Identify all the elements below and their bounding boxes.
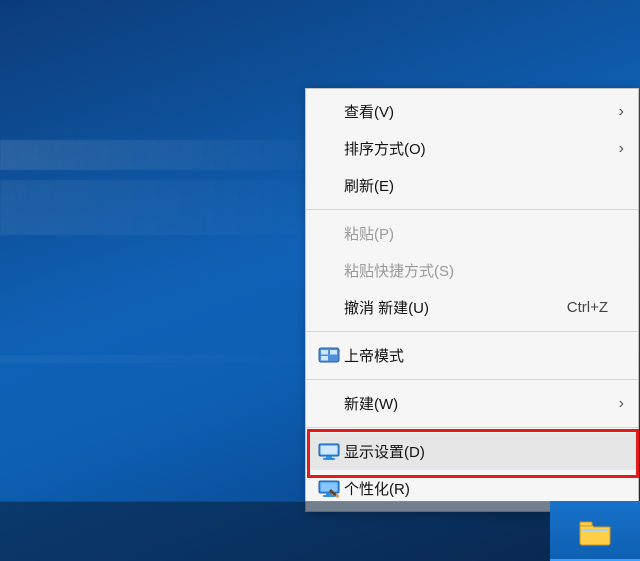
menu-item-label: 个性化(R) [344, 478, 608, 499]
menu-item[interactable]: 排序方式(O)› [306, 130, 638, 167]
menu-item-label: 查看(V) [344, 101, 608, 122]
menu-item-label: 刷新(E) [344, 175, 608, 196]
menu-item[interactable]: 查看(V)› [306, 93, 638, 130]
menu-item-shortcut: Ctrl+Z [555, 299, 608, 316]
taskbar-search-area[interactable] [0, 501, 550, 561]
menu-separator [306, 209, 638, 210]
chevron-right-icon: › [608, 395, 624, 413]
menu-item-label: 排序方式(O) [344, 138, 608, 159]
menu-separator [306, 379, 638, 380]
desktop-wallpaper[interactable]: 查看(V)›排序方式(O)›刷新(E)粘贴(P)粘贴快捷方式(S)撤消 新建(U… [0, 0, 640, 561]
menu-item-label: 粘贴(P) [344, 223, 608, 244]
taskbar[interactable] [0, 501, 640, 561]
menu-item[interactable]: 新建(W)› [306, 385, 638, 422]
menu-separator [306, 331, 638, 332]
menu-item[interactable]: 上帝模式 [306, 337, 638, 374]
taskbar-button-file-explorer[interactable] [550, 501, 640, 561]
folder-icon [578, 518, 612, 546]
menu-item-label: 显示设置(D) [344, 441, 608, 462]
menu-item-label: 撤消 新建(U) [344, 297, 555, 318]
menu-item[interactable]: 刷新(E) [306, 167, 638, 204]
menu-item-label: 上帝模式 [344, 345, 608, 366]
chevron-right-icon: › [608, 140, 624, 158]
chevron-right-icon: › [608, 103, 624, 121]
menu-item: 粘贴(P) [306, 215, 638, 252]
display-icon [314, 443, 344, 461]
menu-separator [306, 427, 638, 428]
menu-item[interactable]: 显示设置(D) [306, 433, 638, 470]
menu-item-label: 粘贴快捷方式(S) [344, 260, 608, 281]
menu-item[interactable]: 撤消 新建(U)Ctrl+Z [306, 289, 638, 326]
menu-item: 粘贴快捷方式(S) [306, 252, 638, 289]
godmode-icon [314, 347, 344, 365]
personalize-icon [314, 480, 344, 498]
menu-item-label: 新建(W) [344, 393, 608, 414]
desktop-context-menu: 查看(V)›排序方式(O)›刷新(E)粘贴(P)粘贴快捷方式(S)撤消 新建(U… [305, 88, 639, 512]
